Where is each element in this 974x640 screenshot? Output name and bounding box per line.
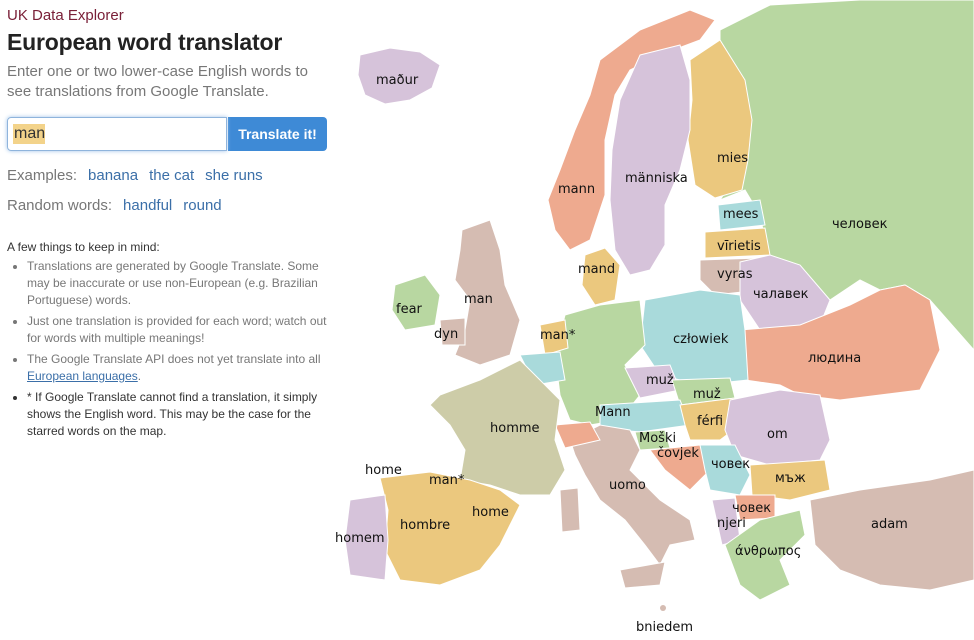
label-france: homme (490, 421, 540, 436)
random-words-row: Random words: handful round (7, 197, 222, 214)
label-uk: man (464, 292, 493, 307)
label-lithuania: vyras (717, 267, 753, 282)
translate-button[interactable]: Translate it! (228, 117, 327, 151)
word-input[interactable] (7, 117, 227, 151)
label-germany: Mann (595, 405, 631, 420)
label-spain: hombre (400, 518, 450, 533)
label-belarus: чалавек (753, 287, 809, 302)
label-sweden: människa (625, 171, 688, 186)
random-link-handful[interactable]: handful (123, 197, 172, 214)
example-link-she-runs[interactable]: she runs (205, 167, 263, 184)
label-romania: om (767, 427, 788, 442)
note-item: Translations are generated by Google Tra… (27, 258, 327, 309)
label-albania: njeri (717, 516, 746, 531)
label-catalonia: home (472, 505, 509, 520)
label-portugal: homem (335, 531, 385, 546)
label-iceland: maður (376, 73, 419, 88)
label-greece: άνθρωπος (735, 544, 801, 559)
example-link-banana[interactable]: banana (88, 167, 138, 184)
label-turkey: adam (871, 517, 908, 532)
label-bulgaria: мъж (775, 471, 806, 486)
label-wales: dyn (434, 327, 458, 342)
label-finland: mies (717, 151, 748, 166)
random-words-label: Random words: (7, 197, 113, 214)
brand-link[interactable]: UK Data Explorer (7, 7, 124, 24)
label-slovakia: muž (693, 387, 721, 402)
label-slovenia: Moški (639, 431, 676, 446)
label-galicia: home (365, 463, 402, 478)
label-basque: man* (429, 473, 465, 488)
label-ireland: fear (396, 302, 423, 317)
label-croatia: čovjek (657, 446, 699, 461)
label-malta: bniedem (636, 620, 693, 635)
label-norway: mann (558, 182, 595, 197)
page-title: European word translator (7, 29, 283, 55)
note-item: Just one translation is provided for eac… (27, 313, 327, 347)
label-hungary: férfi (697, 414, 723, 429)
region-malta[interactable] (660, 605, 666, 611)
label-russia: человек (832, 217, 888, 232)
label-ukraine: людина (808, 351, 861, 366)
search-form: Translate it! (7, 117, 327, 151)
label-macedonia: човек (732, 501, 771, 516)
notes-list: Translations are generated by Google Tra… (7, 258, 327, 444)
notes-heading: A few things to keep in mind: (7, 240, 160, 254)
examples-label: Examples: (7, 167, 78, 184)
examples-row: Examples: banana the cat she runs (7, 167, 263, 184)
page-subtitle: Enter one or two lower-case English word… (7, 63, 308, 100)
label-serbia: човек (711, 457, 750, 472)
region-sardinia[interactable] (559, 487, 581, 533)
region-sicily[interactable] (619, 561, 666, 589)
left-panel: UK Data Explorer European word translato… (0, 0, 330, 640)
note-text: The Google Translate API does not yet tr… (27, 352, 321, 366)
label-netherlands: man* (540, 328, 576, 343)
note-item: The Google Translate API does not yet tr… (27, 351, 327, 385)
label-denmark: mand (578, 262, 615, 277)
european-languages-link[interactable]: European languages (27, 369, 138, 383)
label-poland: człowiek (673, 332, 729, 347)
label-estonia: mees (723, 207, 759, 222)
example-link-the-cat[interactable]: the cat (149, 167, 194, 184)
note-suffix: . (137, 369, 142, 383)
label-italy: uomo (609, 478, 646, 493)
label-latvia: vīrietis (717, 239, 761, 254)
note-item: * If Google Translate cannot find a tran… (27, 389, 327, 440)
label-czechia: muž (646, 373, 674, 388)
random-link-round[interactable]: round (183, 197, 221, 214)
